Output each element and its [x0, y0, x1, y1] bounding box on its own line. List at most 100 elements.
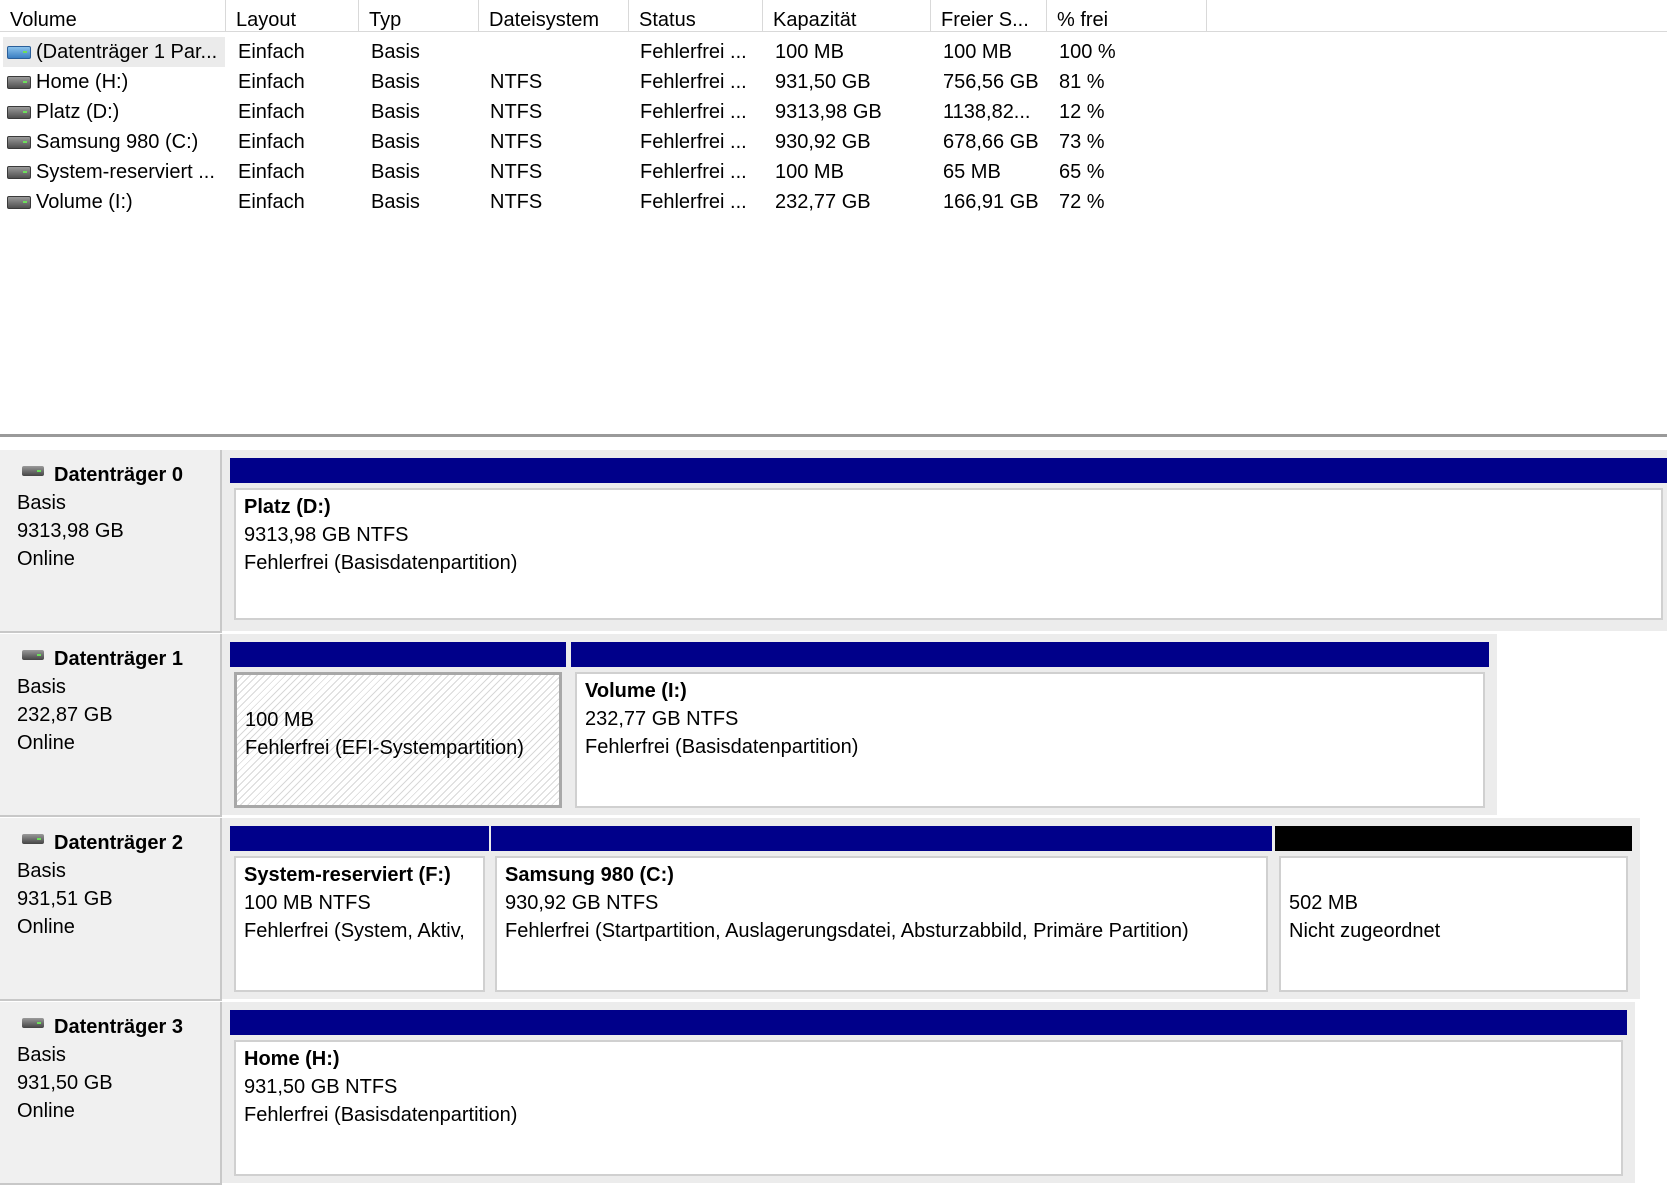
volume-row[interactable]: Home (H:) Einfach Basis NTFS Fehlerfrei ... 9…	[0, 67, 1667, 97]
volume-row[interactable]: Platz (D:) Einfach Basis NTFS Fehlerfrei ...…	[0, 97, 1667, 127]
disk-row: Datenträger 2 Basis 931,51 GB Online System-…	[0, 818, 1667, 1001]
layout-value: Einfach	[238, 71, 305, 93]
partition-body: System-reserviert (F:) 100 MB NTFS Fehlerf…	[234, 856, 485, 992]
status-value: Fehlerfrei ...	[640, 41, 747, 63]
partition-body: Samsung 980 (C:) 930,92 GB NTFS Fehlerfrei…	[495, 856, 1268, 992]
disk-type: Basis	[17, 492, 66, 514]
partition[interactable]: Home (H:) 931,50 GB NTFS Fehlerfrei (Basis…	[230, 1010, 1627, 1180]
unallocated-space[interactable]: 502 MB Nicht zugeordnet	[1275, 826, 1632, 996]
disk-name: Datenträger 3	[54, 1016, 183, 1038]
partition[interactable]: Volume (I:) 232,77 GB NTFS Fehlerfrei (Bas…	[571, 642, 1489, 812]
disk-icon	[22, 834, 44, 844]
partition[interactable]: System-reserviert (F:) 100 MB NTFS Fehlerf…	[230, 826, 489, 996]
partition-body: 100 MB Fehlerfrei (EFI-Systempartition)	[234, 672, 562, 808]
volume-row[interactable]: Volume (I:) Einfach Basis NTFS Fehlerfrei ..…	[0, 187, 1667, 217]
filesystem-value: NTFS	[490, 161, 543, 183]
partition-size: 931,50 GB NTFS	[244, 1076, 398, 1098]
filesystem-value: NTFS	[490, 191, 543, 213]
disk-graphical-view: Datenträger 0 Basis 9313,98 GB Online Platz …	[0, 437, 1667, 1198]
partition-size: 930,92 GB NTFS	[505, 892, 659, 914]
column-header-capacity[interactable]: Kapazität	[763, 0, 931, 32]
volume-row[interactable]: (Datenträger 1 Par... Einfach Basis Fehlerf…	[0, 37, 1667, 67]
column-header-type[interactable]: Typ	[359, 0, 479, 32]
partition-status: Nicht zugeordnet	[1289, 920, 1441, 942]
disk-size: 931,51 GB	[17, 888, 113, 910]
volume-list[interactable]: Volume Layout Typ Dateisystem Status Kap…	[0, 0, 1667, 437]
free-space-value: 100 MB	[943, 41, 1012, 63]
volume-row[interactable]: System-reserviert ... Einfach Basis NTFS Feh…	[0, 157, 1667, 187]
column-header-free-space[interactable]: Freier S...	[931, 0, 1047, 32]
partition[interactable]: 100 MB Fehlerfrei (EFI-Systempartition)	[230, 642, 566, 812]
layout-value: Einfach	[238, 161, 305, 183]
volume-name: System-reserviert ...	[36, 161, 215, 183]
partition-title: Home (H:)	[244, 1048, 340, 1070]
status-value: Fehlerfrei ...	[640, 191, 747, 213]
layout-value: Einfach	[238, 191, 305, 213]
disk-status: Online	[17, 732, 75, 754]
disk-icon	[22, 650, 44, 660]
partition-body: 502 MB Nicht zugeordnet	[1279, 856, 1628, 992]
free-space-value: 678,66 GB	[943, 131, 1039, 153]
column-header-layout[interactable]: Layout	[226, 0, 359, 32]
type-value: Basis	[371, 191, 420, 213]
disk-status: Online	[17, 1100, 75, 1122]
layout-value: Einfach	[238, 131, 305, 153]
disk-row: Datenträger 3 Basis 931,50 GB Online Home (H…	[0, 1002, 1667, 1185]
volume-icon	[7, 106, 31, 119]
column-header-filesystem[interactable]: Dateisystem	[479, 0, 629, 32]
volume-name: Platz (D:)	[36, 101, 120, 123]
type-value: Basis	[371, 71, 420, 93]
percent-free-value: 81 %	[1059, 71, 1105, 93]
disk-info-panel[interactable]: Datenträger 0 Basis 9313,98 GB Online	[0, 450, 222, 633]
partition-size: 9313,98 GB NTFS	[244, 524, 409, 546]
free-space-value: 756,56 GB	[943, 71, 1039, 93]
partition-body: Volume (I:) 232,77 GB NTFS Fehlerfrei (Bas…	[575, 672, 1485, 808]
disk-name: Datenträger 1	[54, 648, 183, 670]
disk-icon	[22, 466, 44, 476]
disk-type: Basis	[17, 676, 66, 698]
free-space-value: 166,91 GB	[943, 191, 1039, 213]
partition-status: Fehlerfrei (Startpartition, Auslagerungs…	[505, 920, 1189, 942]
percent-free-value: 65 %	[1059, 161, 1105, 183]
volume-name: Volume (I:)	[36, 191, 133, 213]
percent-free-value: 100 %	[1059, 41, 1116, 63]
capacity-value: 100 MB	[775, 41, 844, 63]
column-header-percent-free[interactable]: % frei	[1047, 0, 1207, 32]
type-value: Basis	[371, 101, 420, 123]
disk-info-panel[interactable]: Datenträger 1 Basis 232,87 GB Online	[0, 634, 222, 817]
capacity-value: 100 MB	[775, 161, 844, 183]
volume-row[interactable]: Samsung 980 (C:) Einfach Basis NTFS Fehlerfr…	[0, 127, 1667, 157]
disk-info-panel[interactable]: Datenträger 3 Basis 931,50 GB Online	[0, 1002, 222, 1185]
partition-body: Platz (D:) 9313,98 GB NTFS Fehlerfrei (Bas…	[234, 488, 1663, 620]
filesystem-value: NTFS	[490, 101, 543, 123]
partition-bar	[230, 458, 1667, 483]
status-value: Fehlerfrei ...	[640, 71, 747, 93]
column-header-status[interactable]: Status	[629, 0, 763, 32]
percent-free-value: 73 %	[1059, 131, 1105, 153]
partition[interactable]: Samsung 980 (C:) 930,92 GB NTFS Fehlerfrei…	[491, 826, 1272, 996]
type-value: Basis	[371, 131, 420, 153]
disk-size: 931,50 GB	[17, 1072, 113, 1094]
capacity-value: 930,92 GB	[775, 131, 871, 153]
partition-size: 100 MB	[245, 709, 314, 731]
disk-size: 232,87 GB	[17, 704, 113, 726]
partition-body: Home (H:) 931,50 GB NTFS Fehlerfrei (Basis…	[234, 1040, 1623, 1176]
percent-free-value: 12 %	[1059, 101, 1105, 123]
disk-status: Online	[17, 916, 75, 938]
status-value: Fehlerfrei ...	[640, 131, 747, 153]
column-header-empty	[1207, 0, 1667, 32]
column-header-volume[interactable]: Volume	[0, 0, 226, 32]
capacity-value: 931,50 GB	[775, 71, 871, 93]
disk-info-panel[interactable]: Datenträger 2 Basis 931,51 GB Online	[0, 818, 222, 1001]
status-value: Fehlerfrei ...	[640, 161, 747, 183]
partition[interactable]: Platz (D:) 9313,98 GB NTFS Fehlerfrei (Bas…	[230, 458, 1667, 624]
disk-size: 9313,98 GB	[17, 520, 124, 542]
partition-bar	[230, 642, 566, 667]
volume-icon	[7, 166, 31, 179]
unallocated-bar	[1275, 826, 1632, 851]
partition-bar	[491, 826, 1272, 851]
partition-size: 232,77 GB NTFS	[585, 708, 739, 730]
capacity-value: 232,77 GB	[775, 191, 871, 213]
partition-bar	[230, 826, 489, 851]
volume-name: (Datenträger 1 Par...	[36, 41, 218, 63]
